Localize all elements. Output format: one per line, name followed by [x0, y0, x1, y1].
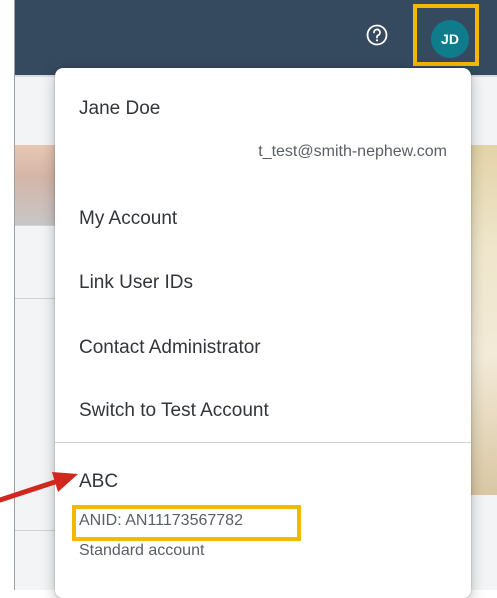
menu-divider: [55, 442, 471, 443]
background-divider: [15, 225, 55, 226]
menu-item-link-user-ids[interactable]: Link User IDs: [79, 272, 193, 294]
help-circle-icon: [366, 24, 388, 46]
user-email: t_test@smith-nephew.com: [258, 143, 447, 160]
menu-item-my-account[interactable]: My Account: [79, 208, 177, 230]
user-avatar-button[interactable]: JD: [431, 20, 469, 58]
account-type: Standard account: [79, 542, 205, 559]
shell-bar: JD: [15, 0, 497, 75]
help-button[interactable]: [365, 23, 389, 47]
user-name: Jane Doe: [79, 98, 161, 119]
background-divider: [15, 530, 55, 531]
background-divider: [15, 298, 55, 299]
background-image-tile: [15, 145, 55, 225]
anid-value: ANID: AN11173567782: [79, 512, 243, 529]
menu-item-switch-test-account[interactable]: Switch to Test Account: [79, 400, 269, 422]
avatar-initials: JD: [441, 31, 459, 47]
background-image-tile: [470, 145, 497, 495]
user-menu-popover: Jane Doe t_test@smith-nephew.com My Acco…: [55, 68, 471, 598]
callout-arrow-icon: [0, 472, 78, 503]
menu-item-contact-administrator[interactable]: Contact Administrator: [79, 337, 261, 359]
